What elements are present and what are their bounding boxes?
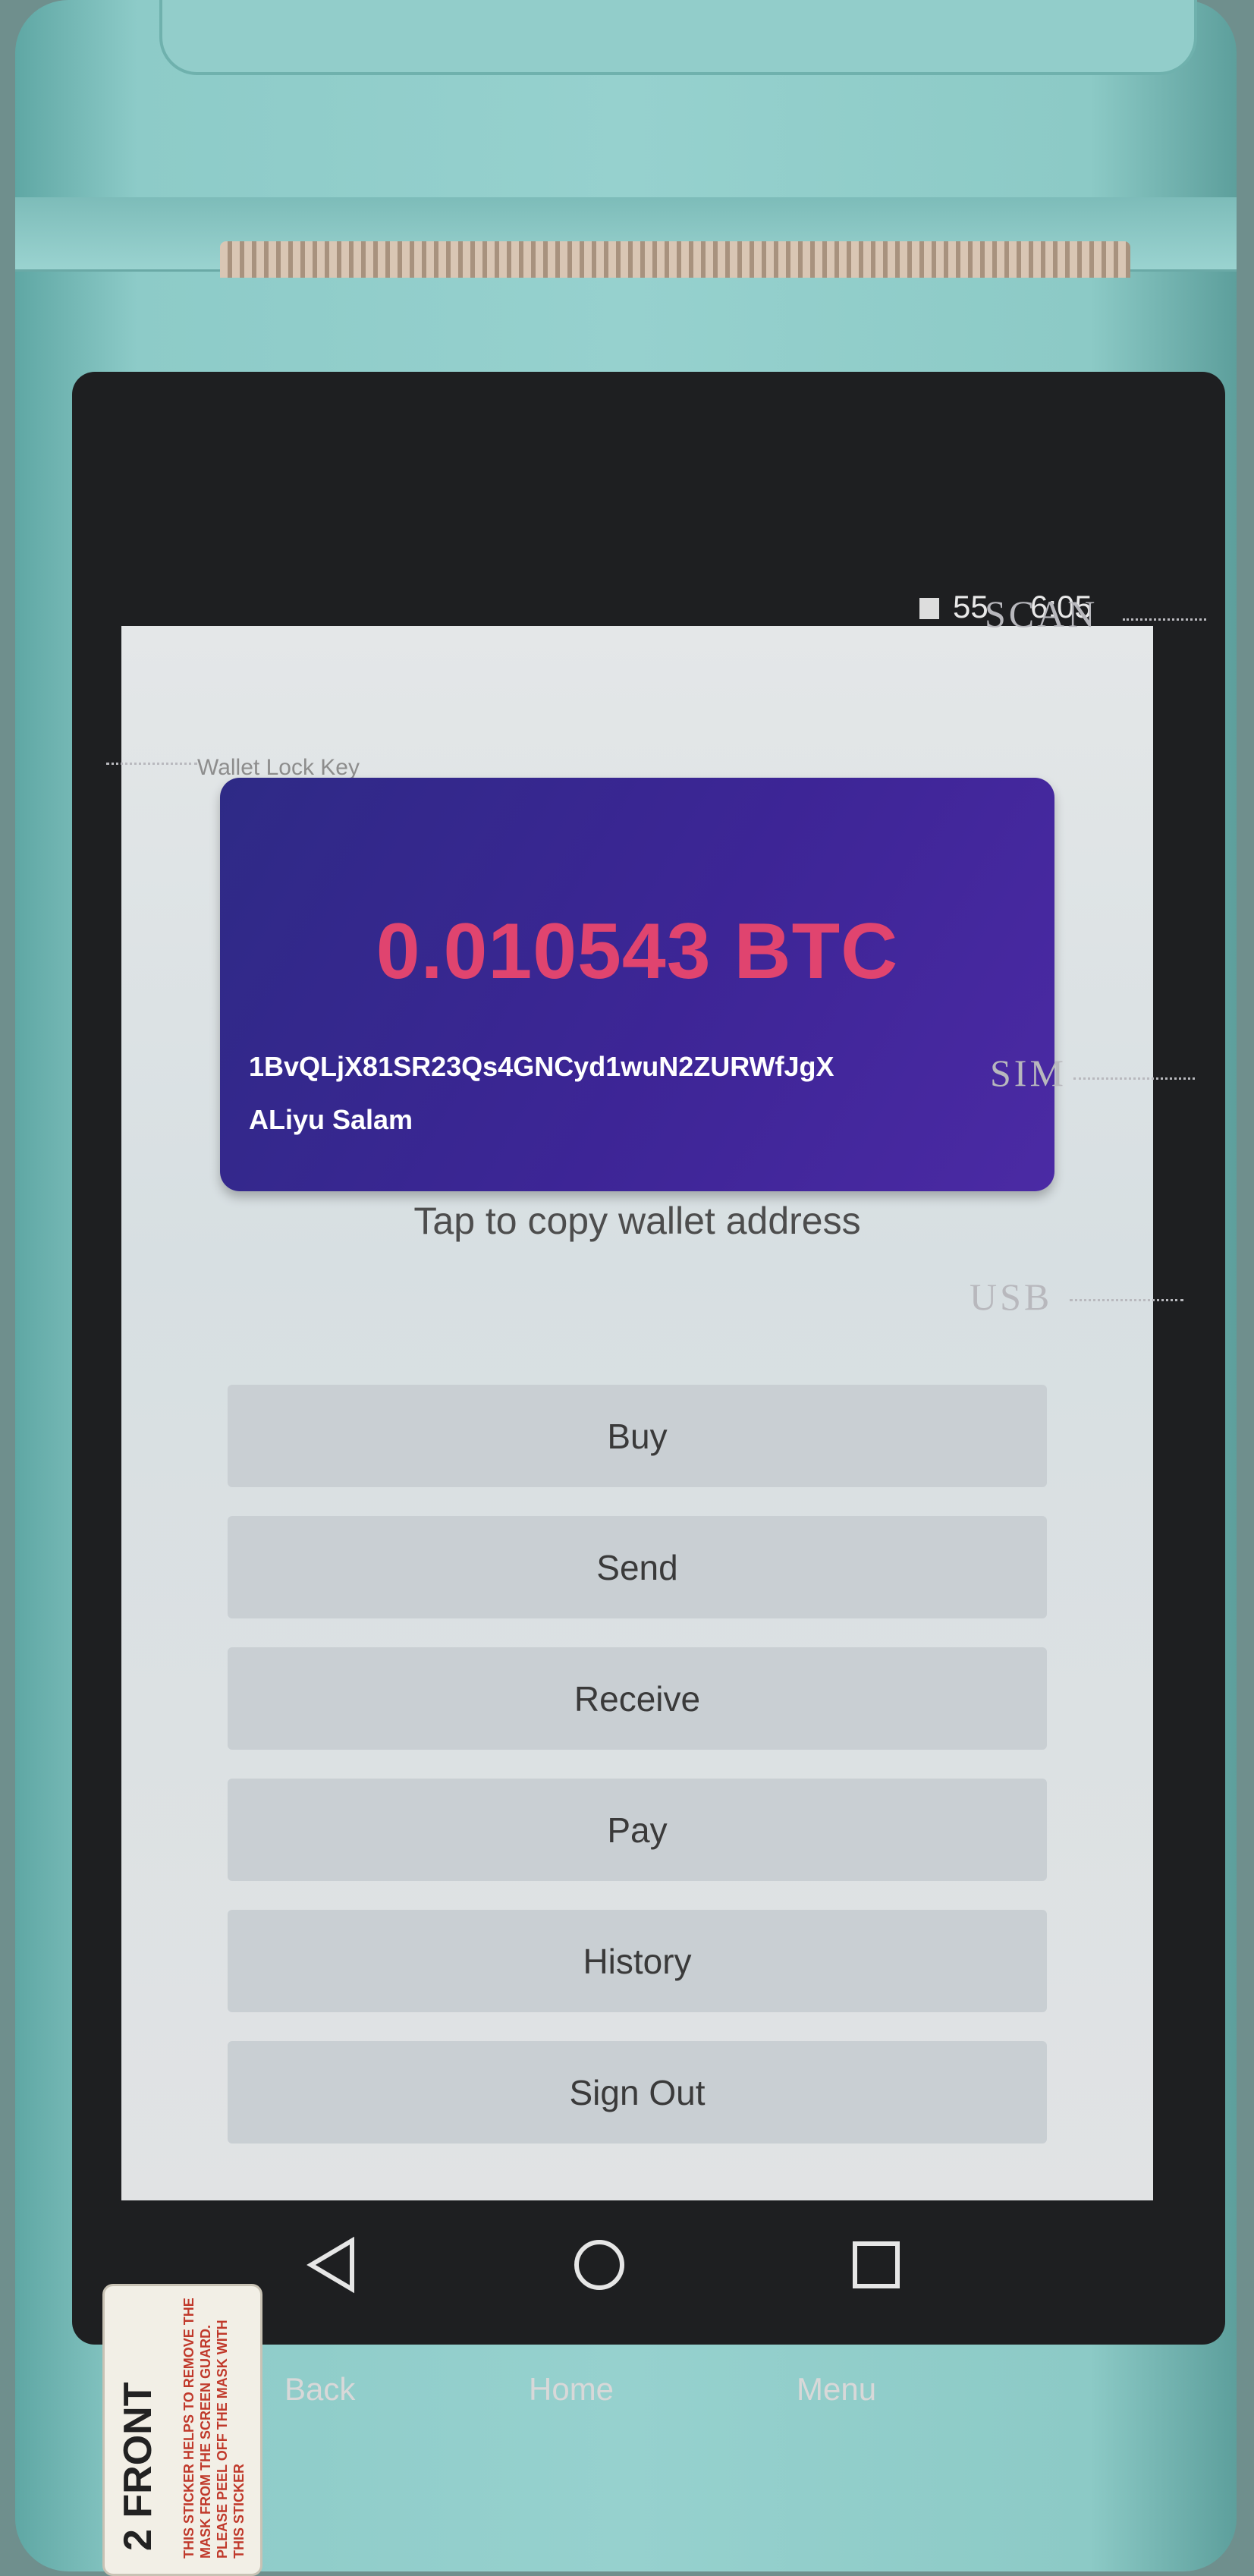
card-hint: Wallet Lock Key: [197, 755, 360, 780]
printer-cover: [159, 0, 1197, 75]
usb-guide-line: [1070, 1299, 1183, 1301]
wallet-balance: 0.010543 BTC: [376, 907, 899, 995]
home-key-label: Home: [529, 2371, 614, 2407]
guide-line-left: [106, 763, 197, 765]
screen-protector-sticker: 2 FRONT THIS STICKER HELPS TO REMOVE THE…: [102, 2284, 262, 2576]
scan-guide-line: [1123, 618, 1206, 621]
home-icon[interactable]: [569, 2235, 630, 2295]
usb-label: USB: [970, 1275, 1053, 1318]
copy-address-hint[interactable]: Tap to copy wallet address: [121, 1199, 1153, 1243]
battery-icon: [919, 598, 939, 619]
recent-apps-icon[interactable]: [846, 2235, 907, 2295]
battery-level: 55: [953, 589, 988, 624]
wallet-address: 1BvQLjX81SR23Qs4GNCyd1wuN2ZURWfJgX: [249, 1051, 834, 1082]
menu-key-label: Menu: [797, 2371, 877, 2407]
sim-label: SIM: [990, 1052, 1067, 1094]
sim-guide-line: [1073, 1077, 1195, 1080]
sticker-front-text: FRONT: [116, 2382, 160, 2518]
sticker-number: 2: [116, 2529, 160, 2551]
buy-button[interactable]: Buy: [228, 1385, 1047, 1487]
back-icon[interactable]: [303, 2235, 364, 2295]
receive-button[interactable]: Receive: [228, 1647, 1047, 1750]
sticker-front-label: 2 FRONT: [115, 2383, 161, 2551]
sticker-instructions: THIS STICKER HELPS TO REMOVE THE MASK FR…: [181, 2298, 247, 2559]
pay-button[interactable]: Pay: [228, 1779, 1047, 1881]
app-screen: Wallet Lock Key 0.010543 BTC 1BvQLjX81SR…: [121, 626, 1153, 2200]
send-button[interactable]: Send: [228, 1516, 1047, 1618]
wallet-card[interactable]: 0.010543 BTC 1BvQLjX81SR23Qs4GNCyd1wuN2Z…: [220, 778, 1054, 1191]
scan-label: SCAN: [985, 593, 1098, 635]
back-key-label: Back: [284, 2371, 356, 2407]
sign-out-button[interactable]: Sign Out: [228, 2041, 1047, 2144]
action-list: Buy Send Receive Pay History Sign Out: [228, 1385, 1047, 2172]
navigation-bar: [121, 2200, 1153, 2337]
history-button[interactable]: History: [228, 1910, 1047, 2012]
wallet-owner: ALiyu Salam: [249, 1104, 413, 1135]
receipt-paper-slot: [220, 241, 1130, 278]
